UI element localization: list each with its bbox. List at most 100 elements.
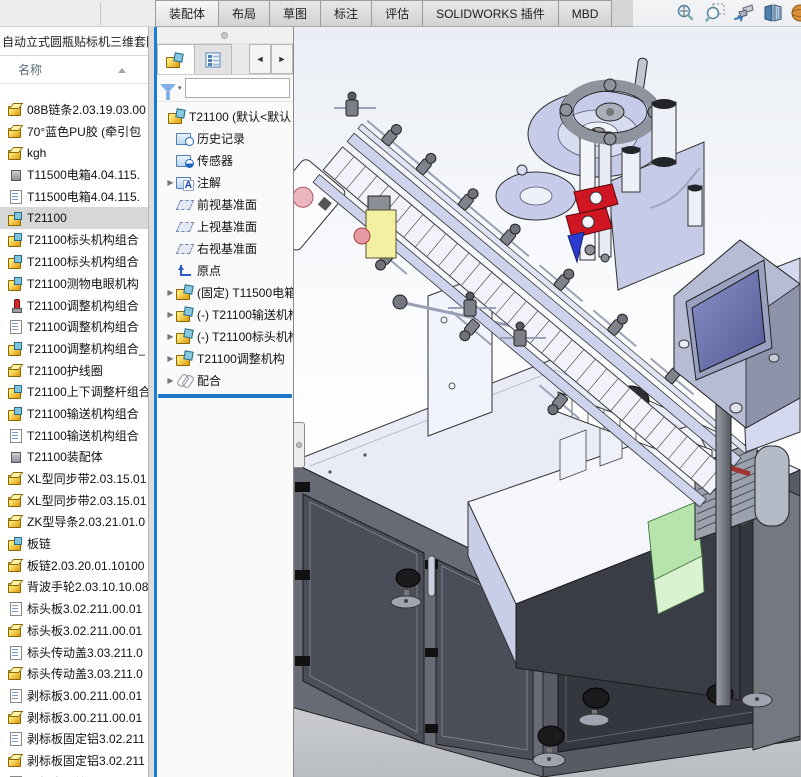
tree-item-icon	[176, 328, 194, 344]
ribbon-tab[interactable]: SOLIDWORKS 插件	[422, 0, 559, 26]
file-row[interactable]: T11500电箱4.04.115.	[0, 164, 148, 186]
panel-grip[interactable]	[157, 27, 293, 44]
file-row[interactable]: 标头传动盖3.03.211.0	[0, 663, 148, 685]
expand-arrow-icon[interactable]: ▶	[165, 332, 176, 341]
file-row[interactable]: T21100调整机构组合_	[0, 338, 148, 360]
file-name: T21100输送机构组合	[27, 405, 139, 422]
expand-arrow-icon[interactable]: ▶	[165, 376, 176, 385]
file-row[interactable]: 剥标板固定铝3.02.211	[0, 750, 148, 772]
name-column-header[interactable]: 名称	[0, 56, 148, 84]
ribbon-tab[interactable]: 装配体	[155, 0, 219, 26]
tree-item-icon	[176, 130, 194, 146]
file-row[interactable]: T21100输送机构组合	[0, 403, 148, 425]
tree-item-row[interactable]: 原点	[157, 259, 293, 281]
file-name: 标头板3.02.211.00.01	[27, 622, 142, 639]
file-row[interactable]: 标头板3.02.211.00.01	[0, 598, 148, 620]
file-row[interactable]: 板链2.03.20.01.10100	[0, 554, 148, 576]
previous-view-icon[interactable]	[733, 2, 755, 24]
tree-item-row[interactable]: 历史记录	[157, 127, 293, 149]
file-name: 标头传动盖3.03.211.0	[27, 665, 143, 682]
file-row[interactable]: T21100装配体	[0, 446, 148, 468]
file-row[interactable]: 剥标半圆块3.02.211.0	[0, 771, 148, 777]
file-type-icon	[7, 471, 23, 486]
feature-manager-panel: ◄ ► ▾ T21100 (默认<默认 历史记录	[157, 27, 294, 777]
file-row[interactable]: 70°蓝色PU胶 (牵引包	[0, 121, 148, 143]
file-row[interactable]: 08B链条2.03.19.03.00	[0, 99, 148, 121]
file-row[interactable]: 板链	[0, 533, 148, 555]
tree-item-row[interactable]: ▶ 配合	[157, 369, 293, 391]
file-type-icon	[7, 623, 23, 638]
tree-item-row[interactable]: ▶ T21100调整机构	[157, 347, 293, 369]
sensor-eye	[354, 228, 370, 244]
file-type-icon	[7, 124, 23, 139]
ribbon-tab[interactable]: 评估	[371, 0, 423, 26]
filter-funnel-icon[interactable]	[160, 84, 176, 93]
zoom-to-fit-icon[interactable]	[675, 2, 697, 24]
file-row[interactable]: 背波手轮2.03.10.10.08	[0, 576, 148, 598]
tree-item-row[interactable]: ▶ (-) T21100输送机构	[157, 303, 293, 325]
file-type-icon	[7, 493, 23, 508]
file-row[interactable]: kgh	[0, 142, 148, 164]
tab-scroll-left-button[interactable]: ◄	[249, 44, 271, 74]
file-type-icon	[7, 211, 23, 226]
filter-caret-icon[interactable]: ▾	[178, 84, 182, 92]
tree-item-icon	[176, 284, 194, 300]
file-name: 剥标板3.00.211.00.01	[27, 687, 142, 704]
file-row[interactable]: 剥标板固定铝3.02.211	[0, 728, 148, 750]
file-type-icon	[7, 666, 23, 681]
tree-item-icon	[176, 372, 194, 388]
tree-root-row[interactable]: T21100 (默认<默认	[157, 105, 293, 127]
view-settings-icon[interactable]	[791, 2, 801, 24]
panel-splitter[interactable]	[149, 27, 157, 777]
expand-arrow-icon[interactable]: ▶	[165, 288, 176, 297]
tree-item-label: T21100调整机构	[197, 350, 285, 367]
file-row[interactable]: 剥标板3.00.211.00.01	[0, 685, 148, 707]
file-name: T21100调整机构组合	[27, 297, 139, 314]
tree-item-row[interactable]: 右视基准面	[157, 237, 293, 259]
feature-manager-tabs: ◄ ►	[157, 44, 293, 75]
zoom-to-area-icon[interactable]	[704, 2, 726, 24]
file-row[interactable]: T21100标头机构组合	[0, 251, 148, 273]
tab-scroll-right-button[interactable]: ►	[271, 44, 293, 74]
ribbon-tab[interactable]: 标注	[320, 0, 372, 26]
tree-item-row[interactable]: ▶ (固定) T11500电箱	[157, 281, 293, 303]
filter-input[interactable]	[185, 78, 290, 98]
file-row[interactable]: T21100	[0, 207, 148, 229]
file-row[interactable]: T21100标头机构组合	[0, 229, 148, 251]
tree-item-row[interactable]: ▶ 注解	[157, 171, 293, 193]
file-name: 板链	[27, 535, 51, 552]
file-row[interactable]: ZK型导条2.03.21.01.0	[0, 511, 148, 533]
file-name: T21100标头机构组合	[27, 231, 139, 248]
file-row[interactable]: T21100调整机构组合	[0, 294, 148, 316]
door-handle	[428, 556, 435, 596]
file-row[interactable]: 标头板3.02.211.00.01	[0, 620, 148, 642]
file-row[interactable]: T21100测物电眼机构	[0, 273, 148, 295]
tree-item-label: 原点	[197, 262, 221, 279]
file-row[interactable]: XL型同步带2.03.15.01	[0, 489, 148, 511]
tree-item-row[interactable]: 前视基准面	[157, 193, 293, 215]
section-view-icon[interactable]	[762, 2, 784, 24]
tab-feature-manager[interactable]	[157, 44, 195, 74]
file-row[interactable]: 标头传动盖3.03.211.0	[0, 641, 148, 663]
file-row[interactable]: T21100调整机构组合	[0, 316, 148, 338]
expand-arrow-icon[interactable]: ▶	[165, 310, 176, 319]
file-name: 标头传动盖3.03.211.0	[27, 644, 143, 661]
ribbon-tab[interactable]: 布局	[218, 0, 270, 26]
file-row[interactable]: T21100护线圈	[0, 359, 148, 381]
expand-arrow-icon[interactable]: ▶	[165, 354, 176, 363]
tab-property-manager[interactable]	[194, 44, 232, 74]
rollback-bar[interactable]	[158, 394, 292, 398]
file-row[interactable]: T21100输送机构组合	[0, 424, 148, 446]
panel-collapse-handle[interactable]	[294, 422, 305, 468]
ribbon-tab[interactable]: 草图	[269, 0, 321, 26]
ribbon-tab[interactable]: MBD	[558, 0, 613, 26]
file-row[interactable]: T21100上下调整杆组合	[0, 381, 148, 403]
tree-item-row[interactable]: 传感器	[157, 149, 293, 171]
tree-item-row[interactable]: ▶ (-) T21100标头机构	[157, 325, 293, 347]
expand-arrow-icon[interactable]: ▶	[165, 178, 176, 187]
file-row[interactable]: XL型同步带2.03.15.01	[0, 468, 148, 490]
file-row[interactable]: 剥标板3.00.211.00.01	[0, 706, 148, 728]
tree-item-row[interactable]: 上视基准面	[157, 215, 293, 237]
file-row[interactable]: T11500电箱4.04.115.	[0, 186, 148, 208]
folder-title[interactable]: 自动立式圆瓶贴标机三维套图	[0, 27, 148, 56]
